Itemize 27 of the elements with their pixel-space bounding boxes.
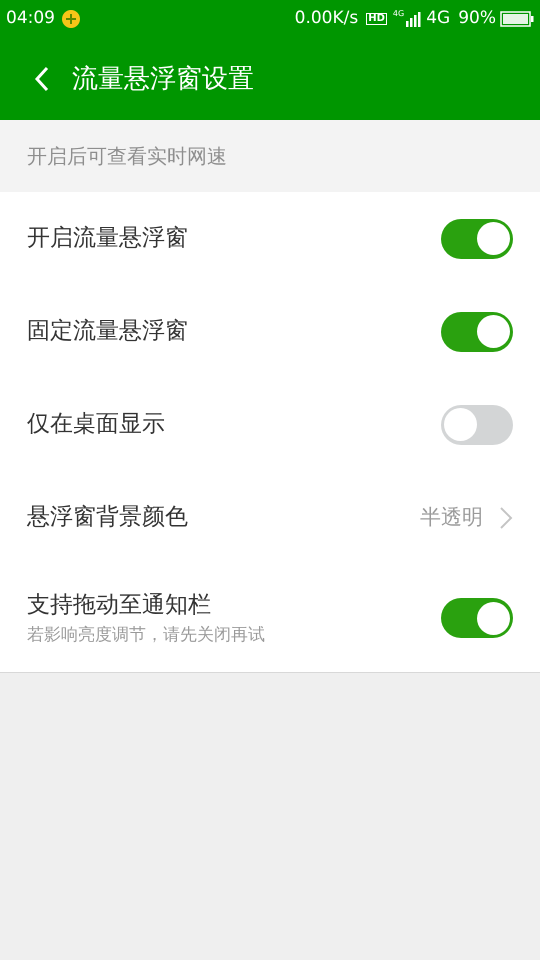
toggle-switch[interactable] <box>441 218 513 258</box>
settings-row[interactable]: 支持拖动至通知栏 若影响亮度调节，请先关闭再试 <box>0 564 540 672</box>
setting-label: 开启流量悬浮窗 <box>27 224 189 254</box>
setting-label: 支持拖动至通知栏 <box>27 591 212 620</box>
toggle-switch[interactable] <box>441 404 513 444</box>
status-time: 04:09 <box>6 7 55 30</box>
setting-label: 固定流量悬浮窗 <box>27 317 189 346</box>
battery-percent: 90% <box>458 7 496 30</box>
section-header: 开启后可查看实时网速 <box>27 143 227 170</box>
toggle-switch[interactable] <box>441 598 513 638</box>
setting-description: 若影响亮度调节，请先关闭再试 <box>27 624 266 646</box>
app-notification-icon <box>61 9 81 29</box>
toggle-switch[interactable] <box>441 312 513 352</box>
network-type: 4G <box>426 7 450 30</box>
setting-label: 悬浮窗背景颜色 <box>27 503 189 532</box>
battery-icon <box>500 11 534 27</box>
setting-value: 半透明 <box>420 504 483 531</box>
settings-row[interactable]: 开启流量悬浮窗 <box>0 192 540 285</box>
settings-row[interactable]: 悬浮窗背景颜色 半透明 <box>0 471 540 564</box>
data-indicator: 4G <box>392 10 404 18</box>
setting-label: 仅在桌面显示 <box>27 410 166 440</box>
chevron-right-icon <box>499 506 513 530</box>
page-title: 流量悬浮窗设置 <box>72 62 254 96</box>
hd-indicator: HD <box>366 13 387 25</box>
network-speed: 0.00K/s <box>294 7 358 30</box>
settings-row[interactable]: 仅在桌面显示 <box>0 378 540 471</box>
settings-row[interactable]: 固定流量悬浮窗 <box>0 285 540 378</box>
